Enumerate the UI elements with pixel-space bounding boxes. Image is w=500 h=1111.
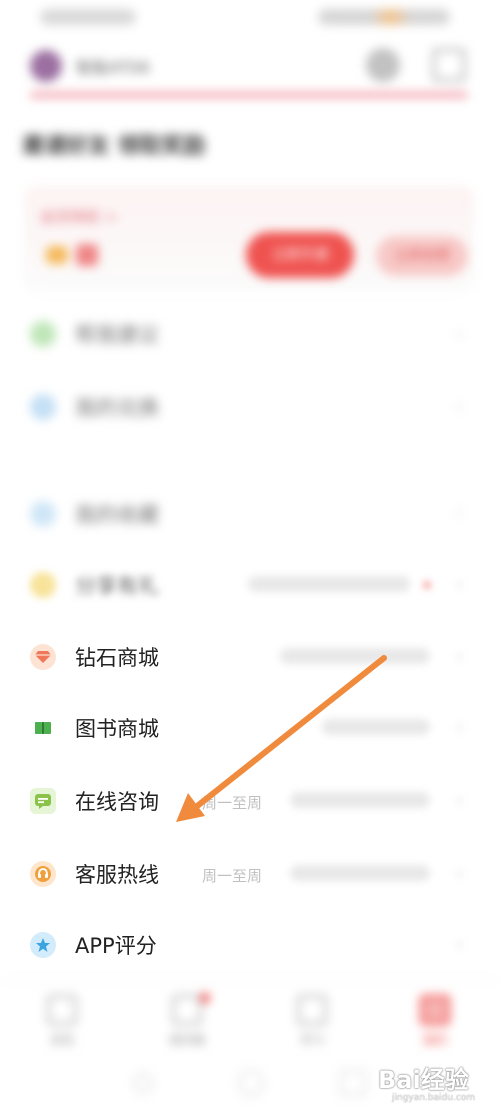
document-icon xyxy=(172,995,202,1025)
back-icon[interactable] xyxy=(130,1070,156,1096)
study-icon xyxy=(297,995,327,1025)
nav-circle[interactable]: 我的圈 xyxy=(152,995,222,1048)
notification-dot xyxy=(200,993,210,1003)
bottom-nav: 发现 我的圈 学习 我的 xyxy=(0,980,500,1056)
nav-label: 发现 xyxy=(49,1033,74,1047)
watermark: Bai经验 jingyan.baidu.com xyxy=(378,1060,475,1103)
profile-icon xyxy=(420,995,450,1025)
recents-icon[interactable] xyxy=(340,1070,366,1096)
arrow-annotation xyxy=(176,655,387,822)
nav-mine[interactable]: 我的 xyxy=(400,995,470,1048)
nav-label: 我的圈 xyxy=(168,1033,205,1047)
play-icon xyxy=(47,995,77,1025)
home-icon[interactable] xyxy=(238,1070,264,1096)
watermark-sub: jingyan.baidu.com xyxy=(392,1093,476,1103)
watermark-main: Bai经验 xyxy=(378,1066,469,1094)
nav-discover[interactable]: 发现 xyxy=(27,995,97,1048)
nav-label: 我的 xyxy=(422,1033,447,1047)
nav-label: 学习 xyxy=(299,1033,324,1047)
nav-study[interactable]: 学习 xyxy=(277,995,347,1048)
